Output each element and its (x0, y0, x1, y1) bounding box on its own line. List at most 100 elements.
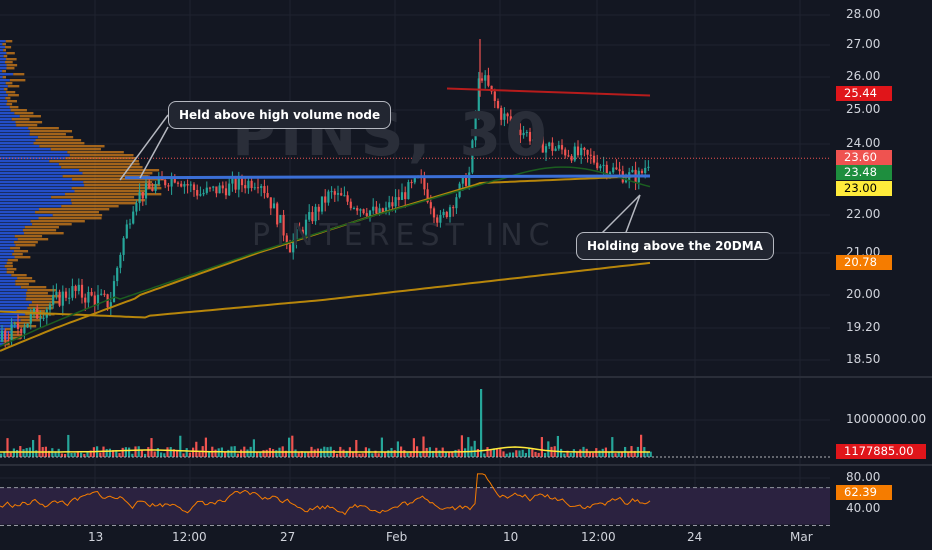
candle-body (4, 330, 7, 340)
volume-bar (422, 436, 425, 457)
volume-bar (307, 452, 310, 457)
volume-profile-bar (0, 250, 14, 253)
candle-body (74, 286, 77, 291)
volume-bar (528, 448, 531, 457)
volume-bar (60, 453, 63, 457)
volume-profile-bar (0, 187, 72, 190)
volume-profile-bar (14, 256, 31, 259)
candle-body (58, 291, 61, 306)
volume-bar (460, 435, 463, 457)
volume-profile-bar (14, 235, 43, 238)
volume-profile-bar (3, 49, 6, 52)
candle-body (180, 183, 183, 187)
candle-body (560, 145, 564, 150)
volume-profile-bar (6, 58, 17, 61)
candle-body (199, 194, 202, 196)
volume-bar (252, 439, 255, 457)
volume-bar (547, 441, 550, 457)
volume-profile-bar (49, 160, 139, 163)
price-axis-label: 20.00 (846, 287, 881, 301)
volume-bar (294, 449, 297, 457)
volume-profile-bar (0, 172, 83, 175)
volume-bar (140, 449, 143, 457)
candle-body (112, 281, 116, 303)
candle-body (359, 209, 362, 211)
volume-profile-bar (6, 64, 18, 67)
candle-body (208, 187, 212, 189)
volume-profile-bar (0, 73, 14, 76)
volume-bar (265, 449, 268, 457)
volume-profile-bar (0, 268, 7, 271)
candle-body (272, 203, 276, 209)
candle-body (567, 155, 570, 157)
candle-body (215, 186, 218, 194)
volume-profile-bar (5, 82, 13, 85)
volume-profile-bar (0, 298, 26, 301)
volume-bar (214, 449, 217, 457)
candle-body (132, 211, 135, 224)
volume-profile-bar (0, 103, 7, 106)
candle-body (23, 327, 26, 334)
candle-body (10, 324, 13, 341)
volume-profile-bar (0, 292, 27, 295)
volume-profile-bar (0, 130, 30, 133)
volume-profile-bar (0, 118, 12, 121)
candle-body (135, 203, 138, 212)
volume-bar (524, 452, 527, 457)
volume-bar (304, 452, 307, 457)
volume-bar (0, 453, 3, 457)
volume-bar (57, 448, 60, 457)
volume-bar (614, 453, 617, 457)
candle-body (397, 197, 400, 200)
volume-profile-bar (0, 316, 19, 319)
chart-canvas[interactable] (0, 0, 932, 550)
volume-bar (259, 452, 262, 457)
volume-profile-bar (0, 235, 15, 238)
volume-profile-bar (15, 280, 36, 283)
candle-body (253, 187, 256, 189)
volume-profile-bar (0, 271, 7, 274)
rsi-axis-label: 80.00 (846, 470, 881, 484)
candle-body (391, 202, 394, 207)
volume-bar (182, 453, 185, 457)
candle-body (647, 166, 650, 168)
candle-body (224, 188, 228, 196)
volume-axis-label: 10000000.00 (846, 412, 927, 426)
candle-body (586, 149, 589, 155)
volume-bar (521, 449, 524, 457)
volume-profile-bar (0, 286, 21, 289)
volume-profile-bar (83, 181, 153, 184)
volume-profile-bar (0, 61, 6, 64)
volume-profile-bar (35, 211, 99, 214)
volume-profile-bar (52, 214, 103, 217)
volume-profile-bar (9, 79, 26, 82)
volume-profile-bar (0, 190, 75, 193)
candle-body (7, 339, 10, 341)
volume-bar (361, 453, 364, 457)
volume-bar (508, 452, 511, 457)
candle-body (26, 323, 29, 328)
volume-profile-bar (0, 115, 20, 118)
candle-body (20, 329, 23, 334)
annotation-high-volume-node: Held above high volume node (168, 101, 392, 129)
volume-bar (160, 452, 163, 457)
volume-profile-bar (6, 262, 13, 265)
candle-body (189, 184, 192, 186)
volume-profile-bar (0, 214, 53, 217)
candle-body (256, 187, 260, 189)
candle-body (468, 172, 471, 186)
volume-profile-bar (0, 94, 8, 97)
time-axis-label: Mar (790, 530, 813, 544)
candle-body (103, 293, 106, 295)
volume-bar (134, 446, 137, 457)
volume-profile-bar (0, 133, 30, 136)
volume-profile-bar (0, 244, 16, 247)
volume-bar (272, 449, 275, 457)
candle-body (612, 167, 615, 173)
volume-bar (262, 450, 265, 457)
volume-profile-bar (5, 61, 13, 64)
volume-profile-bar (24, 226, 59, 229)
volume-profile-bar (0, 109, 11, 112)
volume-bar (355, 439, 358, 457)
candle-body (52, 295, 55, 305)
